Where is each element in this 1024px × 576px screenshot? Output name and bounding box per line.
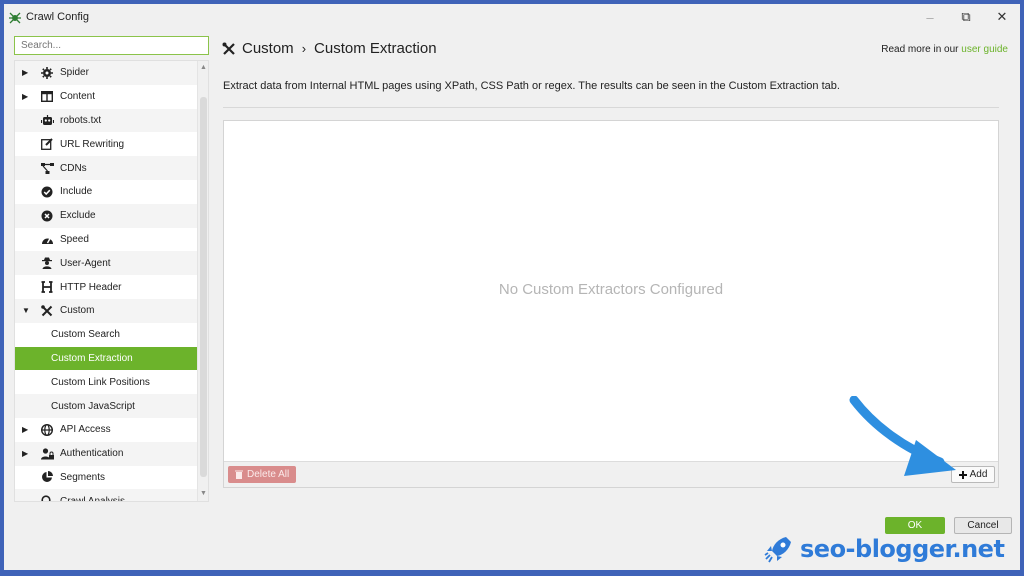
sidebar-item-robots-txt[interactable]: ▶robots.txt <box>15 108 198 133</box>
pie-chart-icon <box>40 470 54 484</box>
sidebar-item-content[interactable]: ▶ Content <box>15 85 198 109</box>
gear-icon <box>40 66 54 80</box>
title-bar: Crawl Config <box>4 4 1020 30</box>
window-title: Crawl Config <box>26 11 89 23</box>
sidebar-item-spider[interactable]: ▶ Spider <box>15 61 198 85</box>
edit-icon <box>40 137 54 151</box>
caret-right-icon[interactable]: ▶ <box>22 425 34 434</box>
sidebar-item-label: Content <box>60 91 96 103</box>
extractors-panel: No Custom Extractors Configured Delete A… <box>223 120 999 488</box>
empty-state-message: No Custom Extractors Configured <box>498 281 724 298</box>
sidebar-item-label: Custom Link Positions <box>51 376 150 388</box>
sidebar-item-custom-javascript[interactable]: Custom JavaScript <box>15 394 198 418</box>
user-guide-link[interactable]: user guide <box>961 44 1008 55</box>
header-icon <box>40 280 54 294</box>
sidebar-item-label: Exclude <box>60 210 96 222</box>
plus-icon <box>958 470 967 479</box>
tools-icon <box>222 42 235 55</box>
watermark: seo-blogger.net <box>764 534 1005 564</box>
divider <box>223 107 999 108</box>
sidebar-item-label: Custom Extraction <box>51 352 133 364</box>
sidebar-item-api-access[interactable]: ▶ API Access <box>15 418 198 442</box>
sidebar-item-custom-search[interactable]: Custom Search <box>15 323 198 347</box>
sidebar-item-custom-extraction[interactable]: Custom Extraction <box>15 346 198 371</box>
sidebar-item-custom-link-positions[interactable]: Custom Link Positions <box>15 370 198 394</box>
speedometer-icon <box>40 232 54 246</box>
add-button[interactable]: Add <box>951 466 995 483</box>
sidebar-item-label: Segments <box>60 471 106 483</box>
breadcrumb-current: Custom Extraction <box>314 40 437 57</box>
sidebar-item-authentication[interactable]: ▶ Authentication <box>15 441 198 466</box>
caret-down-icon[interactable]: ▼ <box>22 306 34 315</box>
sidebar-item-exclude[interactable]: ▶Exclude <box>15 203 198 228</box>
sidebar-item-user-agent[interactable]: ▶User-Agent <box>15 251 198 276</box>
caret-right-icon[interactable]: ▶ <box>22 68 34 77</box>
x-circle-icon <box>40 209 54 223</box>
sidebar-item-label: Authentication <box>60 448 124 460</box>
trash-icon <box>235 470 243 479</box>
network-icon <box>40 161 54 175</box>
search-input[interactable] <box>14 36 209 55</box>
delete-all-label: Delete All <box>247 469 290 480</box>
tree-scrollbar[interactable]: ▲ ▼ <box>197 61 208 501</box>
scroll-thumb[interactable] <box>200 97 207 477</box>
restore-button[interactable]: ⧉ <box>948 4 984 30</box>
sidebar-item-label: robots.txt <box>60 114 102 126</box>
sidebar-item-label: Speed <box>60 233 89 245</box>
scroll-up-icon[interactable]: ▲ <box>198 63 208 73</box>
app-spider-icon <box>9 12 21 24</box>
sidebar-item-label: Include <box>60 186 93 198</box>
ok-button[interactable]: OK <box>885 517 945 534</box>
breadcrumb-parent[interactable]: Custom <box>242 40 294 57</box>
search-icon <box>40 494 54 501</box>
sidebar-item-label: Custom <box>60 305 95 317</box>
sidebar-item-label: Custom Search <box>51 329 120 341</box>
panel-footer: Delete All Add <box>224 461 998 487</box>
caret-right-icon[interactable]: ▶ <box>22 92 34 101</box>
user-lock-icon <box>40 447 54 461</box>
watermark-text: seo-blogger.net <box>800 535 1005 563</box>
user-guide-note: Read more in our user guide <box>881 44 1008 55</box>
sidebar-item-label: HTTP Header <box>60 281 122 293</box>
page-description: Extract data from Internal HTML pages us… <box>223 80 840 92</box>
sidebar-item-segments[interactable]: ▶Segments <box>15 466 198 490</box>
sidebar-item-url-rewriting[interactable]: ▶URL Rewriting <box>15 132 198 156</box>
rocket-icon <box>764 537 791 563</box>
config-sidebar: ▶Spider▶Content▶robots.txt▶URL Rewriting… <box>14 36 210 502</box>
close-button[interactable]: ✕ <box>984 4 1020 30</box>
sidebar-item-http-header[interactable]: ▶HTTP Header <box>15 275 198 299</box>
sidebar-item-label: Custom JavaScript <box>51 400 135 412</box>
config-tree: ▶Spider▶Content▶robots.txt▶URL Rewriting… <box>14 60 209 502</box>
sidebar-item-label: API Access <box>60 424 111 436</box>
cancel-button[interactable]: Cancel <box>954 517 1012 534</box>
sidebar-item-label: URL Rewriting <box>60 138 125 150</box>
breadcrumb: Custom › Custom Extraction <box>222 40 437 57</box>
tools-icon <box>40 304 54 318</box>
tree-list: ▶Spider▶Content▶robots.txt▶URL Rewriting… <box>15 61 198 502</box>
columns-icon <box>40 90 54 104</box>
guide-prefix: Read more in our <box>881 44 959 55</box>
sidebar-item-label: User-Agent <box>60 257 111 269</box>
sidebar-item-label: Crawl Analysis <box>60 495 126 502</box>
user-secret-icon <box>40 256 54 270</box>
main-content: Custom › Custom Extraction Read more in … <box>220 36 1010 506</box>
breadcrumb-separator: › <box>301 41 307 56</box>
scroll-down-icon[interactable]: ▼ <box>198 489 208 499</box>
robot-icon <box>40 113 54 127</box>
sidebar-item-custom[interactable]: ▼ Custom <box>15 298 198 323</box>
window-controls: – ⧉ ✕ <box>912 4 1020 30</box>
sidebar-item-label: CDNs <box>60 162 87 174</box>
delete-all-button[interactable]: Delete All <box>228 466 297 483</box>
sidebar-item-include[interactable]: ▶Include <box>15 180 198 204</box>
sidebar-item-crawl-analysis[interactable]: ▶Crawl Analysis <box>15 489 198 502</box>
check-circle-icon <box>40 185 54 199</box>
minimize-button[interactable]: – <box>912 4 948 30</box>
sidebar-item-speed[interactable]: ▶Speed <box>15 228 198 252</box>
sidebar-item-label: Spider <box>60 67 89 79</box>
caret-right-icon[interactable]: ▶ <box>22 449 34 458</box>
sidebar-item-cdns[interactable]: ▶CDNs <box>15 156 198 180</box>
add-label: Add <box>969 469 988 480</box>
crawl-config-window: Crawl Config – ⧉ ✕ ▶Spider▶Content▶robot… <box>4 4 1020 570</box>
globe-icon <box>40 423 54 437</box>
